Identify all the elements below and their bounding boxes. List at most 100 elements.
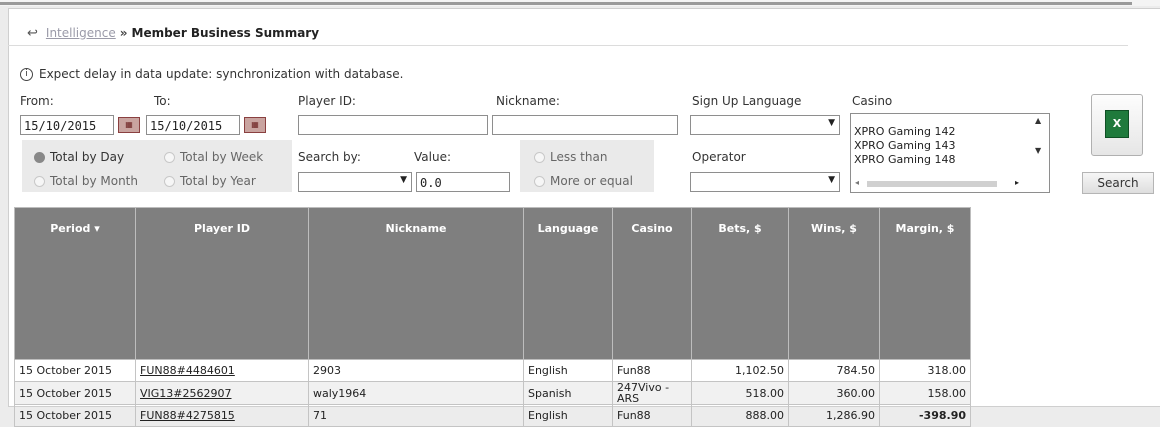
signup-language-select[interactable]: ▼ xyxy=(690,115,840,135)
radio-label: Less than xyxy=(550,150,608,164)
casino-option[interactable]: XPRO Gaming 142 xyxy=(854,125,955,138)
cell-language: English xyxy=(523,404,613,427)
column-header-period[interactable]: Period ▾ xyxy=(14,207,136,360)
cell-nickname: waly1964 xyxy=(308,381,524,405)
cell-period: 15 October 2015 xyxy=(14,359,136,382)
column-header-language[interactable]: Language xyxy=(523,207,613,360)
radio-icon xyxy=(534,152,545,163)
excel-icon: X xyxy=(1105,110,1129,138)
table-row: 15 October 2015 VIG13#2562907 waly1964 S… xyxy=(14,381,971,405)
casino-option[interactable]: XPRO Gaming 143 xyxy=(854,139,955,152)
cell-casino: Fun88 xyxy=(612,359,692,382)
scroll-down-icon[interactable]: ▼ xyxy=(1035,146,1041,155)
cell-casino: Fun88 xyxy=(612,404,692,427)
window-top-bar xyxy=(0,0,1160,6)
cell-player-id-link[interactable]: FUN88#4484601 xyxy=(135,359,309,382)
chevron-down-icon: ▼ xyxy=(828,118,835,128)
column-label: Period xyxy=(50,222,91,235)
from-calendar-icon[interactable]: ▦ xyxy=(118,117,140,133)
info-icon: i xyxy=(20,68,33,81)
search-by-label: Search by: xyxy=(298,150,361,164)
value-label: Value: xyxy=(414,150,451,164)
notice-text: Expect delay in data update: synchroniza… xyxy=(39,67,404,81)
cell-period: 15 October 2015 xyxy=(14,404,136,427)
radio-total-by-day[interactable]: Total by Day xyxy=(34,150,124,164)
search-button[interactable]: Search xyxy=(1082,172,1154,194)
radio-label: More or equal xyxy=(550,174,633,188)
cell-margin: 158.00 xyxy=(879,381,971,405)
cell-nickname: 2903 xyxy=(308,359,524,382)
scroll-up-icon[interactable]: ▲ xyxy=(1035,116,1041,125)
search-by-select[interactable]: ▼ xyxy=(298,172,412,192)
radio-selected-icon xyxy=(34,152,45,163)
player-id-label: Player ID: xyxy=(298,94,356,108)
column-header-margin[interactable]: Margin, $ xyxy=(879,207,971,360)
sync-notice: i Expect delay in data update: synchroniz… xyxy=(20,67,403,81)
radio-label: Total by Month xyxy=(50,174,138,188)
column-header-nickname[interactable]: Nickname xyxy=(308,207,524,360)
breadcrumb-separator: » xyxy=(119,26,128,40)
breadcrumb-link-intelligence[interactable]: Intelligence xyxy=(46,26,116,40)
radio-label: Total by Week xyxy=(180,150,264,164)
scroll-left-icon[interactable]: ◂ xyxy=(855,178,859,187)
to-label: To: xyxy=(154,94,171,108)
back-arrow-icon[interactable]: ↩ xyxy=(27,26,38,41)
radio-icon xyxy=(34,176,45,187)
nickname-input[interactable] xyxy=(492,115,678,135)
signup-language-label: Sign Up Language xyxy=(692,94,802,108)
radio-total-by-year[interactable]: Total by Year xyxy=(164,174,256,188)
cell-nickname: 71 xyxy=(308,404,524,427)
player-id-link[interactable]: FUN88#4275815 xyxy=(140,409,235,422)
sort-down-icon[interactable]: ▾ xyxy=(94,222,100,235)
from-date-input[interactable]: 15/10/2015 xyxy=(20,115,114,135)
player-id-link[interactable]: FUN88#4484601 xyxy=(140,364,235,377)
breadcrumb: ↩ Intelligence» Member Business Summary xyxy=(27,26,319,41)
to-calendar-icon[interactable]: ▦ xyxy=(244,117,266,133)
listbox-horizontal-scrollbar[interactable]: ◂ ▸ xyxy=(853,178,1033,190)
radio-icon xyxy=(164,176,175,187)
casino-option[interactable]: XPRO Gaming 148 xyxy=(854,153,955,166)
cell-bets: 1,102.50 xyxy=(691,359,789,382)
radio-more-or-equal[interactable]: More or equal xyxy=(534,174,633,188)
radio-total-by-week[interactable]: Total by Week xyxy=(164,150,263,164)
cell-margin: 318.00 xyxy=(879,359,971,382)
value-input[interactable]: 0.0 xyxy=(416,172,510,192)
radio-icon xyxy=(164,152,175,163)
chevron-down-icon: ▼ xyxy=(828,175,835,185)
casino-label: Casino xyxy=(852,94,893,108)
table-row: 15 October 2015 FUN88#4275815 71 English… xyxy=(14,404,971,427)
scroll-right-icon[interactable]: ▸ xyxy=(1015,178,1019,187)
player-id-link[interactable]: VIG13#2562907 xyxy=(140,387,232,400)
radio-less-than[interactable]: Less than xyxy=(534,150,607,164)
results-table: Period ▾ Player ID Nickname Language Cas… xyxy=(14,207,971,427)
cell-player-id-link[interactable]: FUN88#4275815 xyxy=(135,404,309,427)
radio-label: Total by Year xyxy=(180,174,256,188)
column-header-bets[interactable]: Bets, $ xyxy=(691,207,789,360)
radio-label: Total by Day xyxy=(50,150,125,164)
nickname-label: Nickname: xyxy=(496,94,560,108)
cell-bets: 518.00 xyxy=(691,381,789,405)
from-label: From: xyxy=(20,94,54,108)
column-header-casino[interactable]: Casino xyxy=(612,207,692,360)
casino-listbox[interactable]: XPRO Gaming 142 XPRO Gaming 143 XPRO Gam… xyxy=(850,113,1050,193)
cell-casino: 247Vivo - ARS xyxy=(612,381,692,405)
cell-wins: 784.50 xyxy=(788,359,880,382)
table-row: 15 October 2015 FUN88#4484601 2903 Engli… xyxy=(14,359,971,382)
operator-label: Operator xyxy=(692,150,746,164)
scroll-thumb[interactable] xyxy=(867,181,997,187)
radio-icon xyxy=(534,176,545,187)
listbox-vertical-scrollbar[interactable]: ▲ ▼ xyxy=(1031,116,1047,176)
column-header-wins[interactable]: Wins, $ xyxy=(788,207,880,360)
export-excel-button[interactable]: X xyxy=(1091,94,1143,156)
cell-language: English xyxy=(523,359,613,382)
column-header-player-id[interactable]: Player ID xyxy=(135,207,309,360)
cell-period: 15 October 2015 xyxy=(14,381,136,405)
radio-total-by-month[interactable]: Total by Month xyxy=(34,174,138,188)
page-title: Member Business Summary xyxy=(131,26,320,40)
cell-bets: 888.00 xyxy=(691,404,789,427)
player-id-input[interactable] xyxy=(298,115,488,135)
to-date-input[interactable]: 15/10/2015 xyxy=(146,115,240,135)
operator-select[interactable]: ▼ xyxy=(690,172,840,192)
chevron-down-icon: ▼ xyxy=(400,175,407,185)
cell-player-id-link[interactable]: VIG13#2562907 xyxy=(135,381,309,405)
